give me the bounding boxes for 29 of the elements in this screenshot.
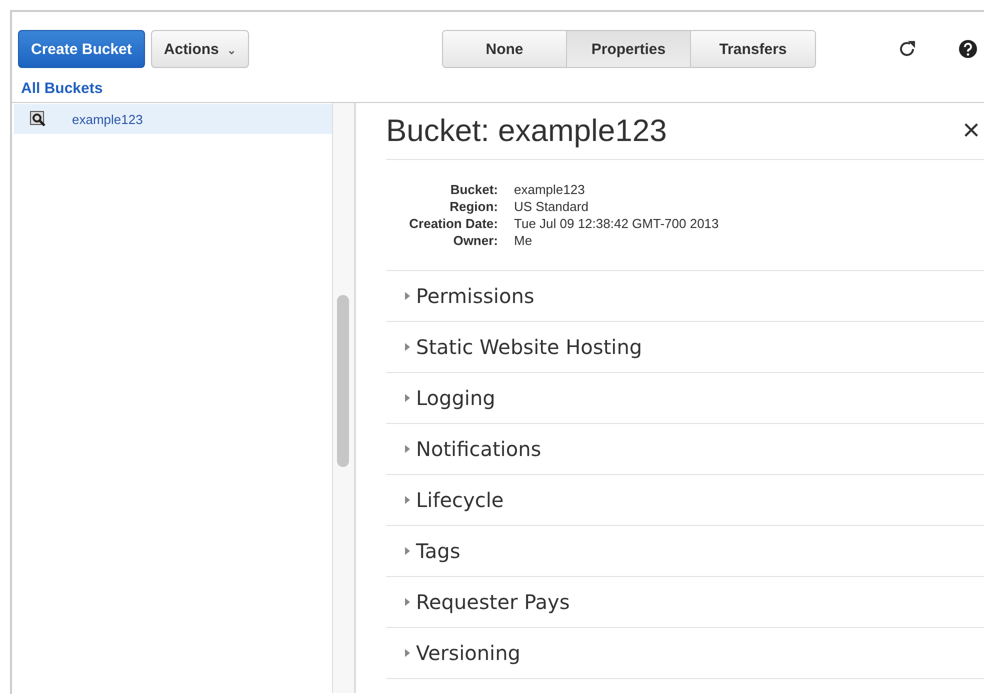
view-tab[interactable]: Transfers bbox=[691, 31, 815, 67]
bucket-list-item[interactable]: example123 bbox=[14, 104, 332, 134]
create-bucket-button[interactable]: Create Bucket bbox=[18, 30, 145, 68]
actions-button[interactable]: Actions ⌄ bbox=[150, 30, 250, 68]
section-header[interactable]: Static Website Hosting bbox=[386, 322, 984, 373]
detail-value: Tue Jul 09 12:38:42 GMT-700 2013 bbox=[514, 216, 720, 231]
help-icon[interactable] bbox=[958, 39, 978, 59]
detail-label: Creation Date: bbox=[408, 216, 498, 231]
bucket-icon bbox=[30, 111, 46, 127]
detail-value: US Standard bbox=[514, 199, 590, 214]
detail-label: Region: bbox=[448, 199, 498, 214]
panel-title: Bucket: example123 bbox=[386, 113, 667, 149]
view-tab[interactable]: None bbox=[443, 31, 567, 67]
section-header[interactable]: Notifications bbox=[386, 424, 984, 475]
detail-value: Me bbox=[514, 233, 534, 248]
detail-label: Owner: bbox=[452, 233, 498, 248]
section-header[interactable]: Lifecycle bbox=[386, 475, 984, 526]
view-tab[interactable]: Properties bbox=[567, 31, 691, 67]
section-header[interactable]: Tags bbox=[386, 526, 984, 577]
close-button[interactable]: × bbox=[958, 114, 984, 148]
section-header[interactable]: Versioning bbox=[386, 628, 984, 679]
scrollbar-thumb[interactable] bbox=[337, 295, 349, 467]
section-header[interactable]: Permissions bbox=[386, 271, 984, 322]
section-header[interactable]: Requester Pays bbox=[386, 577, 984, 628]
section-header[interactable]: Logging bbox=[386, 373, 984, 424]
detail-value: example123 bbox=[514, 182, 586, 197]
detail-label: Bucket: bbox=[449, 182, 498, 197]
all-buckets-link[interactable]: All Buckets bbox=[12, 68, 984, 102]
refresh-icon[interactable] bbox=[898, 39, 918, 59]
